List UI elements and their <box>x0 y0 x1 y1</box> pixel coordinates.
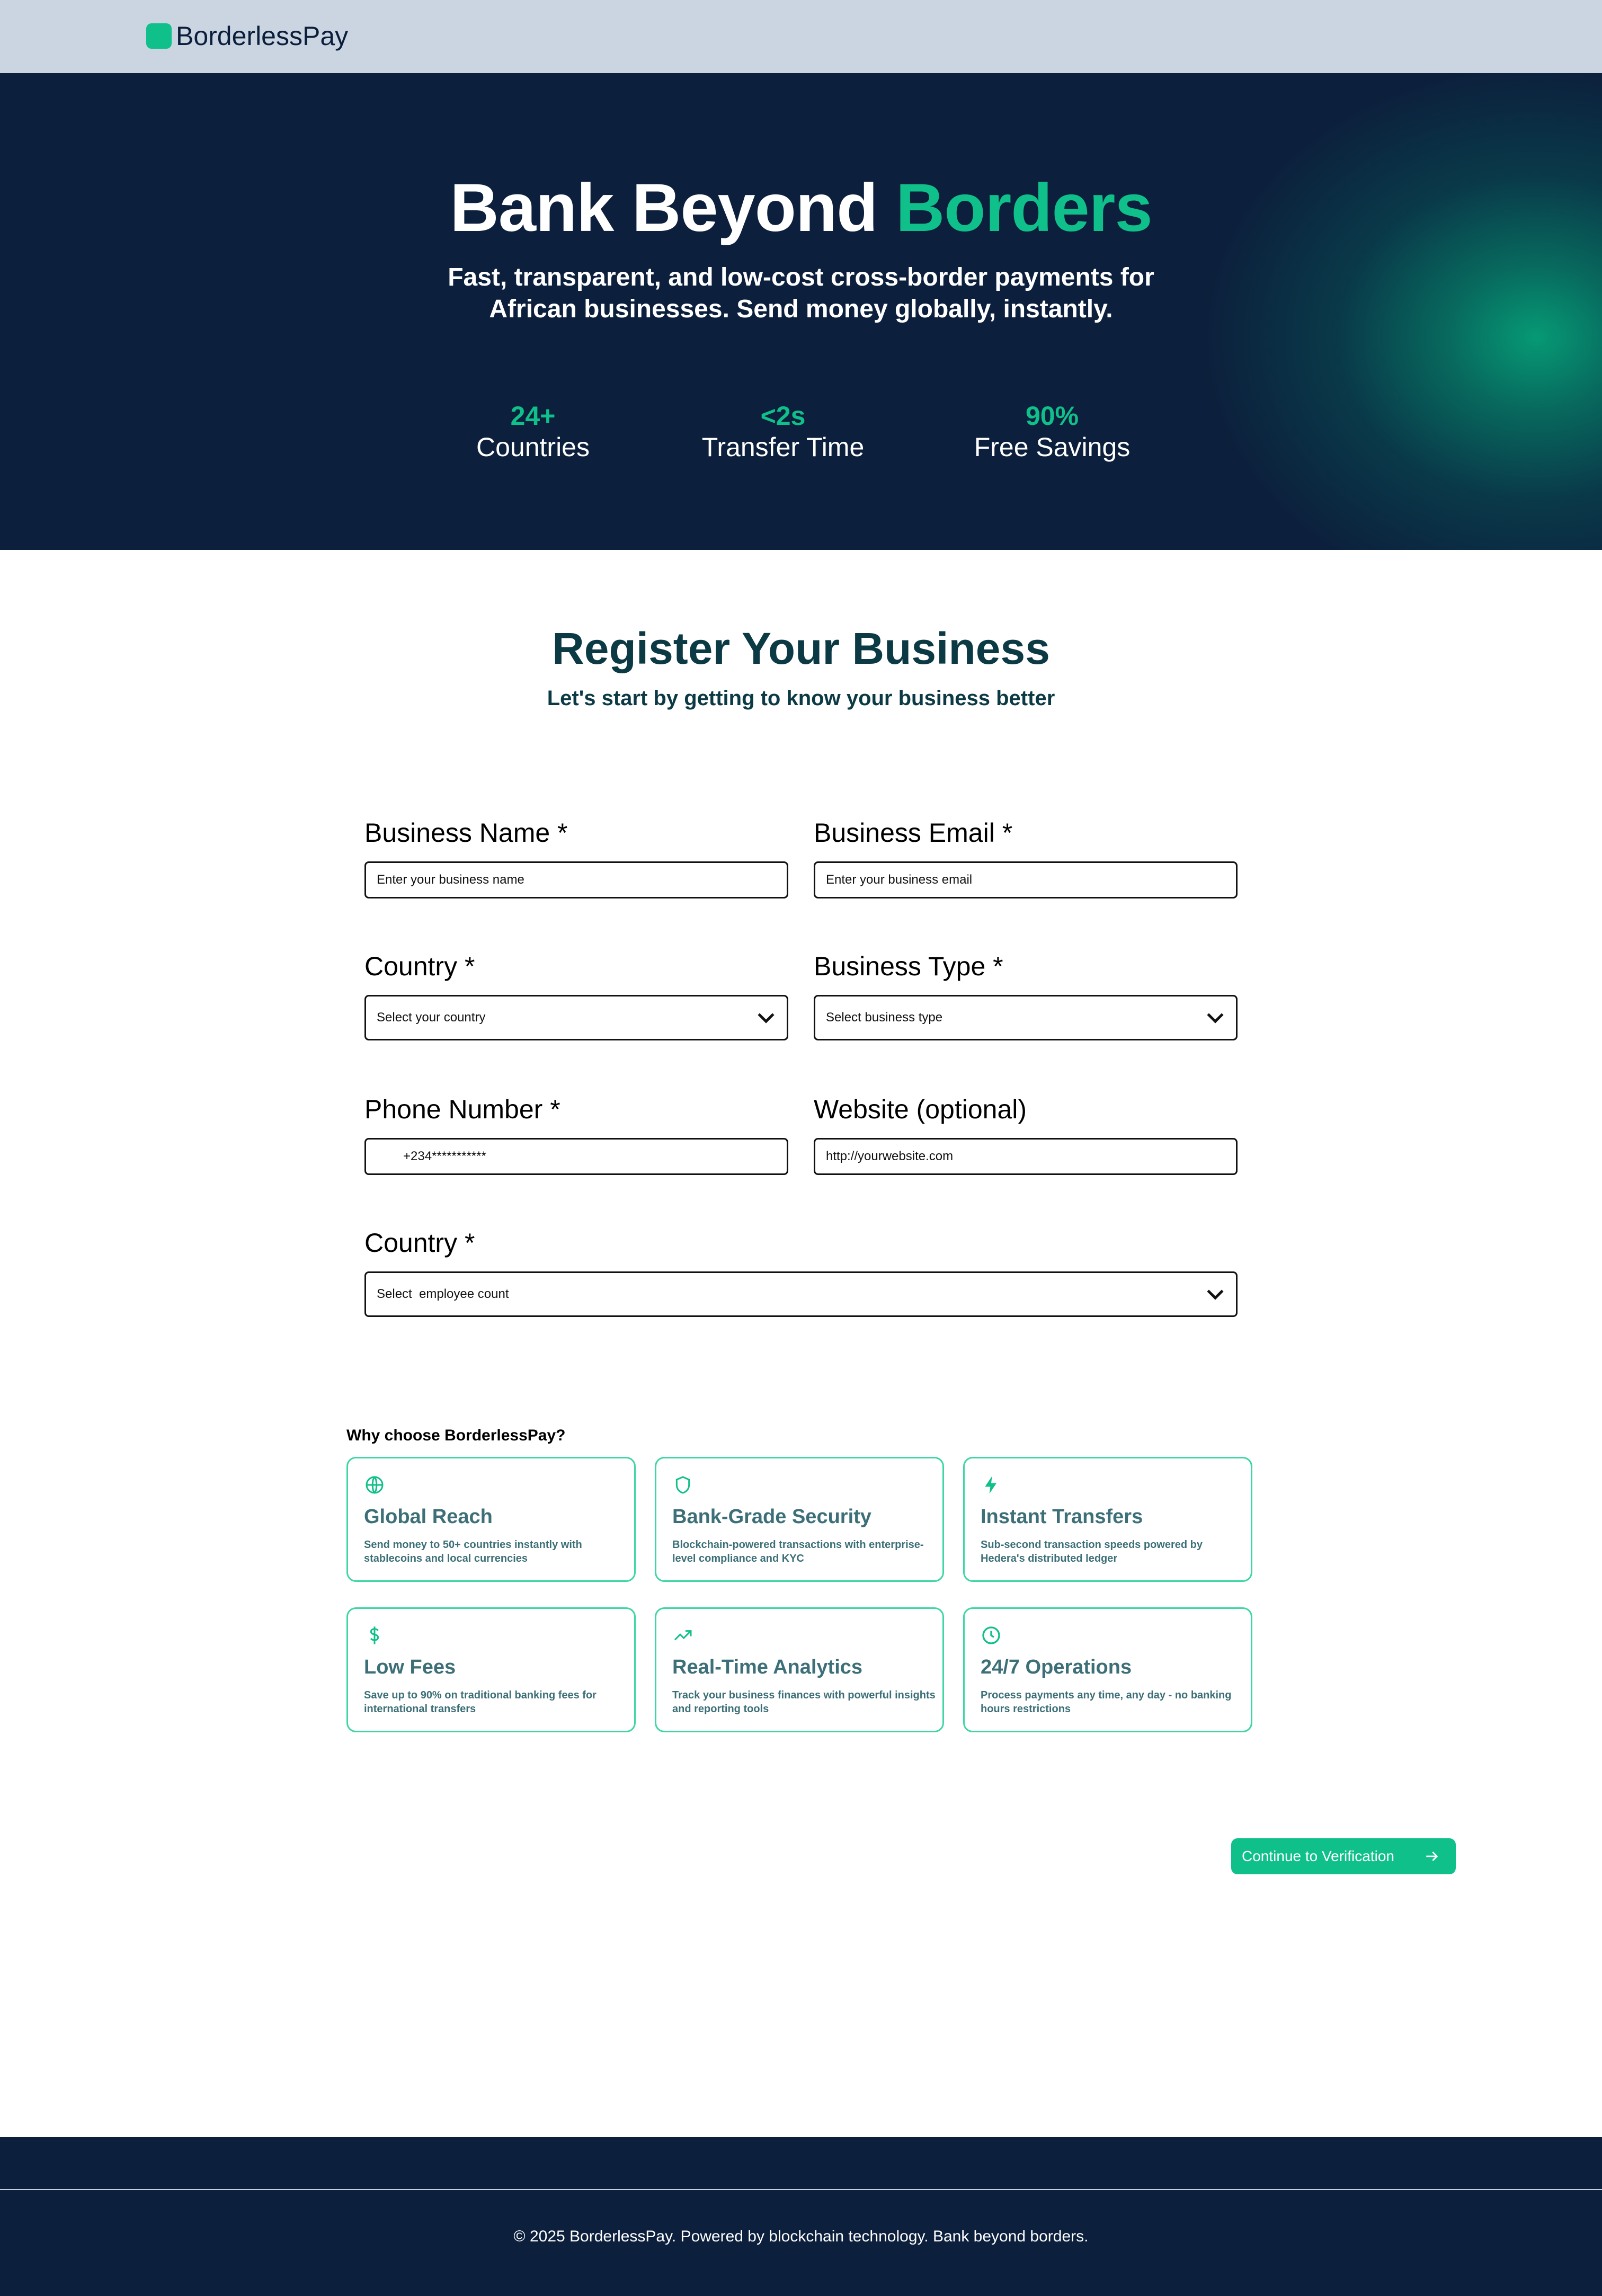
hero-title-accent: Borders <box>895 170 1153 246</box>
stat-savings: 90% Free Savings <box>946 401 1158 463</box>
country-select[interactable]: Select your country <box>364 995 788 1040</box>
hero-glow <box>1187 73 1602 550</box>
website-label: Website (optional) <box>814 1094 1027 1124</box>
globe-icon <box>366 1476 384 1494</box>
business-email-label: Business Email * <box>814 818 1013 848</box>
card-description: Blockchain-powered transactions with ent… <box>672 1539 924 1564</box>
footer-divider <box>0 2189 1602 2190</box>
card-description: Sub-second transaction speeds powered by… <box>981 1539 1203 1564</box>
phone-input[interactable]: +234*********** <box>364 1138 788 1175</box>
card-description: Process payments any time, any day - no … <box>981 1689 1232 1715</box>
register-subtitle: Let's start by getting to know your busi… <box>547 687 1055 710</box>
feature-card-analytics: Real-Time Analytics Track your business … <box>655 1607 944 1732</box>
stat-value: 90% <box>1025 401 1079 431</box>
stat-countries: 24+ Countries <box>453 401 612 463</box>
chevron-down-icon <box>758 1007 775 1024</box>
dollar-icon <box>370 1626 379 1644</box>
stat-transfer-time: <2s Transfer Time <box>677 401 889 463</box>
business-name-input[interactable]: Enter your business name <box>364 861 788 898</box>
lightning-icon <box>985 1476 996 1494</box>
website-input[interactable]: http://yourwebsite.com <box>814 1138 1238 1175</box>
card-title: Global Reach <box>364 1506 493 1528</box>
business-type-label: Business Type * <box>814 951 1003 981</box>
top-navbar: BorderlessPay <box>0 0 1602 73</box>
brand-name[interactable]: BorderlessPay <box>176 19 348 53</box>
stat-value: <2s <box>760 401 806 431</box>
country-label: Country * <box>364 951 475 981</box>
chevron-down-icon <box>1207 1007 1224 1024</box>
footer: © 2025 BorderlessPay. Powered by blockch… <box>0 2137 1602 2296</box>
country-select-value: Select your country <box>377 1010 486 1025</box>
why-choose-title: Why choose BorderlessPay? <box>346 1427 566 1444</box>
chevron-down-icon <box>1207 1283 1224 1300</box>
feature-card-instant-transfers: Instant Transfers Sub-second transaction… <box>963 1457 1252 1582</box>
arrow-right-icon <box>1426 1852 1438 1861</box>
card-description: Track your business finances with powerf… <box>672 1689 936 1715</box>
register-title: Register Your Business <box>552 624 1050 673</box>
feature-card-security: Bank-Grade Security Blockchain-powered t… <box>655 1457 944 1582</box>
business-name-label: Business Name * <box>364 818 568 848</box>
shield-icon <box>675 1476 690 1494</box>
stat-label: Transfer Time <box>701 432 865 462</box>
clock-icon <box>982 1626 1000 1644</box>
trending-up-icon <box>674 1630 692 1641</box>
card-description: Save up to 90% on traditional banking fe… <box>364 1689 597 1715</box>
card-title: Low Fees <box>364 1656 456 1678</box>
card-title: Real-Time Analytics <box>672 1656 863 1678</box>
stat-label: Countries <box>476 432 590 462</box>
continue-button-label: Continue to Verification <box>1242 1848 1394 1864</box>
stat-label: Free Savings <box>974 432 1131 462</box>
card-title: 24/7 Operations <box>981 1656 1132 1678</box>
hero-title-main: Bank Beyond <box>450 170 896 246</box>
employee-count-label: Country * <box>364 1228 475 1258</box>
card-title: Bank-Grade Security <box>672 1506 871 1528</box>
business-type-select[interactable]: Select business type <box>814 995 1238 1040</box>
feature-card-operations: 24/7 Operations Process payments any tim… <box>963 1607 1252 1732</box>
business-email-input[interactable]: Enter your business email <box>814 861 1238 898</box>
hero-title: Bank Beyond Borders <box>0 168 1602 248</box>
feature-card-low-fees: Low Fees Save up to 90% on traditional b… <box>346 1607 636 1732</box>
hero-subtitle: Fast, transparent, and low-cost cross-bo… <box>448 263 1154 323</box>
employee-count-select[interactable]: Select employee count <box>364 1271 1238 1317</box>
continue-to-verification-button[interactable]: Continue to Verification <box>1231 1838 1456 1874</box>
phone-label: Phone Number * <box>364 1094 560 1124</box>
feature-card-global-reach: Global Reach Send money to 50+ countries… <box>346 1457 636 1582</box>
employee-count-select-value: Select employee count <box>377 1287 509 1301</box>
footer-copyright: © 2025 BorderlessPay. Powered by blockch… <box>513 2228 1089 2245</box>
stat-value: 24+ <box>510 401 556 431</box>
card-description: Send money to 50+ countries instantly wi… <box>364 1539 582 1564</box>
logo-icon[interactable] <box>146 23 172 49</box>
card-title: Instant Transfers <box>981 1506 1143 1528</box>
business-type-select-value: Select business type <box>826 1010 943 1025</box>
hero-section: Bank Beyond Borders Fast, transparent, a… <box>0 73 1602 550</box>
